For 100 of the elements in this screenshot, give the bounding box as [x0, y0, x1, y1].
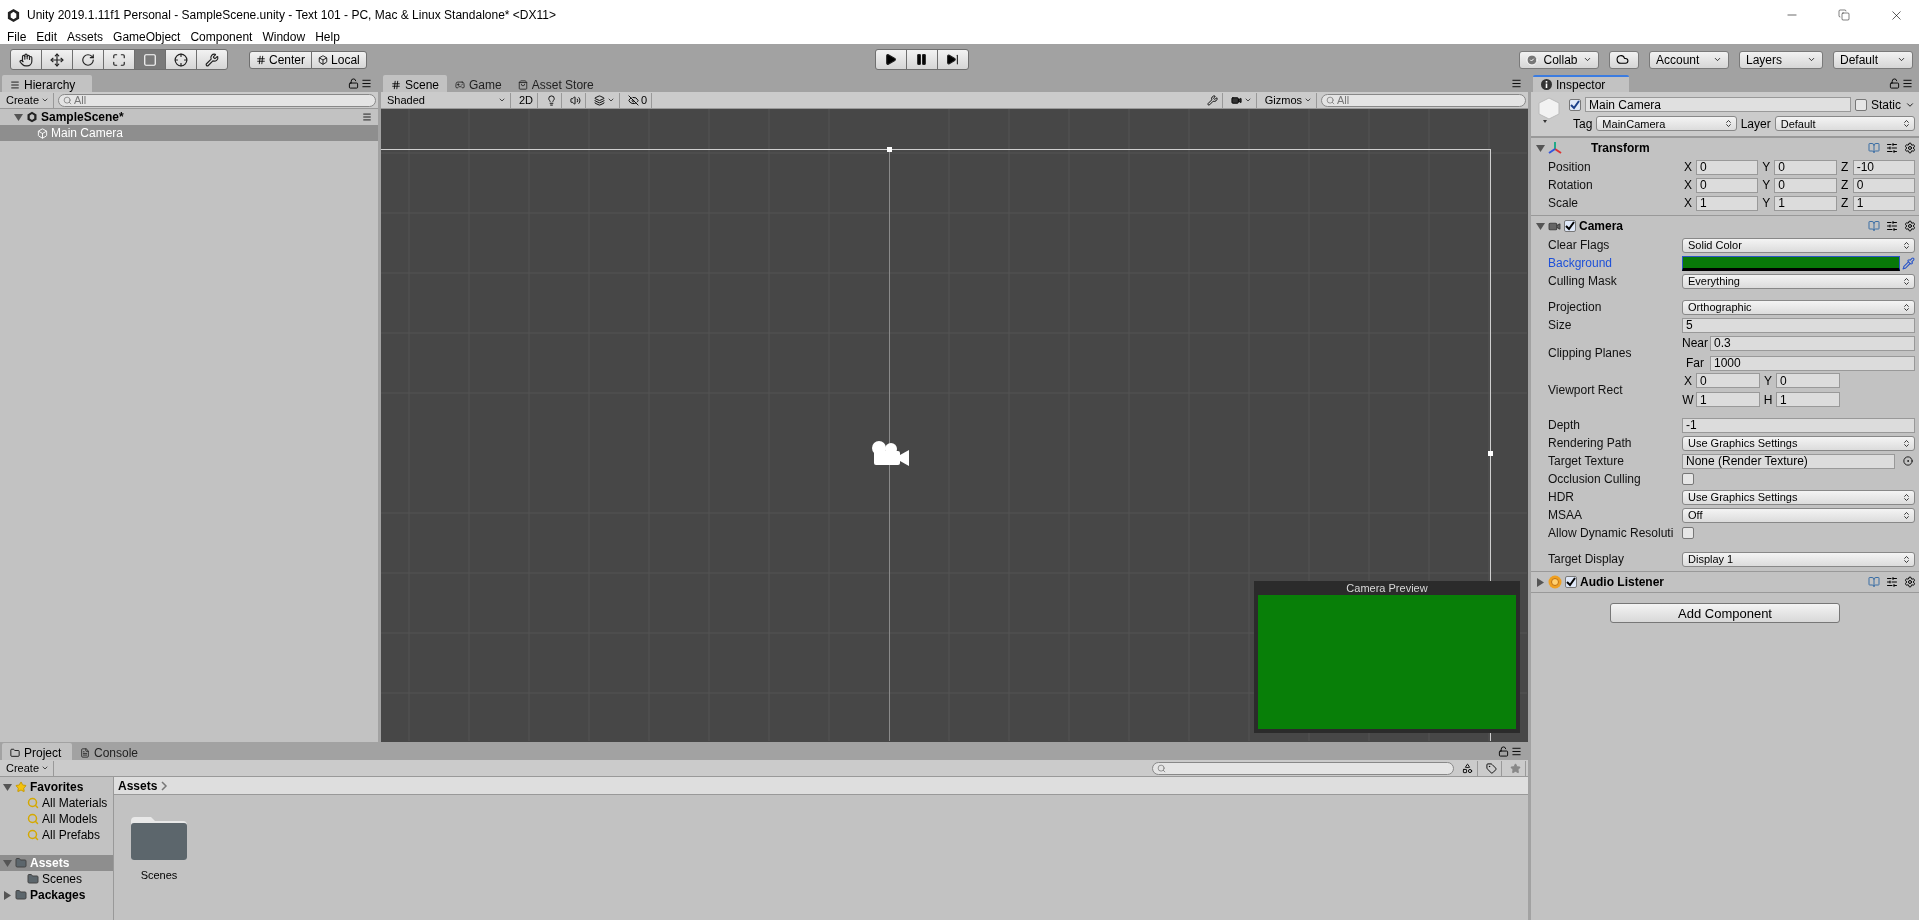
- play-button[interactable]: [874, 49, 907, 70]
- component-title: Audio Listener: [1580, 575, 1664, 589]
- toolbar-dropdown[interactable]: Default: [1833, 50, 1913, 69]
- expanded-arrow-icon[interactable]: [3, 782, 12, 792]
- number-field[interactable]: 1: [1774, 195, 1837, 211]
- project-tree-item[interactable]: Scenes: [0, 871, 113, 887]
- property-label: MSAA: [1548, 508, 1583, 522]
- number-field[interactable]: 1000: [1710, 355, 1915, 371]
- checkbox[interactable]: [1682, 527, 1694, 539]
- move-tool-button[interactable]: [41, 49, 73, 70]
- mode-2d-button[interactable]: 2D: [515, 92, 539, 108]
- checkbox[interactable]: [1682, 473, 1694, 485]
- menu-item[interactable]: Component: [185, 30, 258, 44]
- toolbar-dropdown[interactable]: Layers: [1739, 50, 1823, 69]
- expanded-arrow-icon[interactable]: [14, 112, 23, 122]
- add-component-button[interactable]: Add Component: [1610, 603, 1840, 623]
- pivot-button[interactable]: Center: [249, 50, 313, 69]
- panel-menu-icon: [361, 78, 372, 89]
- project-tab[interactable]: Project: [2, 743, 72, 760]
- number-field[interactable]: 1: [1696, 195, 1759, 211]
- search-field[interactable]: All: [1321, 93, 1526, 107]
- space-button[interactable]: Local: [311, 50, 367, 69]
- number-field[interactable]: 0.3: [1710, 335, 1915, 351]
- menu-item[interactable]: GameObject: [108, 30, 186, 44]
- project-tree-item[interactable]: All Prefabs: [0, 827, 113, 843]
- enabled-checkbox[interactable]: [1564, 220, 1576, 232]
- number-field[interactable]: 0: [1696, 177, 1759, 193]
- number-field[interactable]: 0: [1696, 373, 1760, 388]
- inspector-tab[interactable]: Inspector: [1533, 75, 1629, 92]
- shading-dropdown[interactable]: Shaded: [383, 92, 511, 108]
- project-tree-item[interactable]: Favorites: [0, 779, 113, 795]
- number-field[interactable]: 1: [1852, 195, 1915, 211]
- number-field[interactable]: -1: [1682, 417, 1915, 433]
- project-tab[interactable]: Console: [72, 744, 147, 760]
- number-field[interactable]: 1: [1776, 392, 1840, 407]
- custom-tool-button[interactable]: [196, 49, 228, 70]
- project-tree-item[interactable]: All Materials: [0, 795, 113, 811]
- menu-item[interactable]: Window: [257, 30, 311, 44]
- dropdown[interactable]: Solid Color: [1682, 237, 1915, 253]
- active-checkbox[interactable]: [1569, 98, 1581, 111]
- number-field[interactable]: -10: [1852, 159, 1915, 175]
- search-field[interactable]: All: [58, 93, 376, 107]
- number-field[interactable]: 0: [1776, 373, 1840, 388]
- collapsed-arrow-icon[interactable]: [1536, 577, 1545, 587]
- object-field[interactable]: None (Render Texture): [1682, 453, 1895, 469]
- dropdown[interactable]: Off: [1682, 507, 1915, 523]
- expanded-arrow-icon[interactable]: [1536, 143, 1545, 153]
- rotate-tool-button[interactable]: [72, 49, 104, 70]
- gizmos-dropdown[interactable]: Gizmos: [1260, 92, 1317, 108]
- cloud-button[interactable]: [1609, 50, 1639, 69]
- menu-item[interactable]: File: [2, 30, 32, 44]
- pause-button[interactable]: [905, 49, 938, 70]
- scale-tool-button[interactable]: [103, 49, 135, 70]
- enabled-checkbox[interactable]: [1565, 576, 1577, 588]
- project-tree-item[interactable]: All Models: [0, 811, 113, 827]
- color-field[interactable]: [1682, 255, 1900, 271]
- hidden-objects-button[interactable]: 0: [624, 92, 653, 108]
- transform-tool-button[interactable]: [165, 49, 197, 70]
- number-field[interactable]: 1: [1696, 392, 1760, 407]
- property-label: Target Texture: [1548, 454, 1625, 468]
- number-field[interactable]: 5: [1682, 317, 1915, 333]
- number-field[interactable]: 0: [1774, 177, 1837, 193]
- property-label: Projection: [1548, 300, 1603, 314]
- dropdown[interactable]: Orthographic: [1682, 299, 1915, 315]
- asset-item[interactable]: Scenes: [126, 815, 192, 881]
- create-button[interactable]: Create: [2, 92, 55, 108]
- tag-dropdown[interactable]: MainCamera: [1596, 116, 1737, 131]
- document-icon: [80, 748, 90, 758]
- menu-item[interactable]: Edit: [31, 30, 63, 44]
- static-checkbox[interactable]: [1855, 98, 1867, 111]
- number-field[interactable]: 0: [1696, 159, 1759, 175]
- hand-tool-button[interactable]: [10, 49, 42, 70]
- help-icon: [1868, 576, 1880, 588]
- menu-item[interactable]: Assets: [62, 30, 109, 44]
- caret-icon: [41, 96, 50, 104]
- number-field[interactable]: 0: [1774, 159, 1837, 175]
- collab-button[interactable]: Collab: [1519, 50, 1599, 69]
- scene-tab[interactable]: Game: [447, 76, 510, 92]
- scene-tab[interactable]: Asset Store: [509, 76, 602, 92]
- scene-tab[interactable]: Scene: [383, 75, 448, 92]
- hierarchy-tab[interactable]: Hierarchy: [2, 75, 92, 92]
- step-button[interactable]: [936, 49, 969, 70]
- dropdown[interactable]: Use Graphics Settings: [1682, 489, 1915, 505]
- search-field[interactable]: [1152, 761, 1454, 775]
- create-button[interactable]: Create: [2, 760, 55, 776]
- axis-label: Y: [1763, 373, 1773, 388]
- rect-tool-button[interactable]: [134, 49, 166, 70]
- dropdown[interactable]: Everything: [1682, 273, 1915, 289]
- menu-item[interactable]: Help: [310, 30, 345, 44]
- number-field[interactable]: 0: [1852, 177, 1915, 193]
- chevron-right-icon: [161, 780, 169, 791]
- collapsed-arrow-icon[interactable]: [3, 890, 12, 900]
- layer-dropdown[interactable]: Default: [1774, 116, 1915, 131]
- expanded-arrow-icon[interactable]: [1536, 221, 1545, 231]
- dropdown[interactable]: Display 1: [1682, 551, 1915, 567]
- name-field[interactable]: Main Camera: [1585, 97, 1851, 112]
- project-tree-item[interactable]: Packages: [0, 887, 113, 903]
- scene-row[interactable]: SampleScene*: [0, 109, 378, 125]
- dropdown[interactable]: Use Graphics Settings: [1682, 435, 1915, 451]
- toolbar-dropdown[interactable]: Account: [1649, 50, 1729, 69]
